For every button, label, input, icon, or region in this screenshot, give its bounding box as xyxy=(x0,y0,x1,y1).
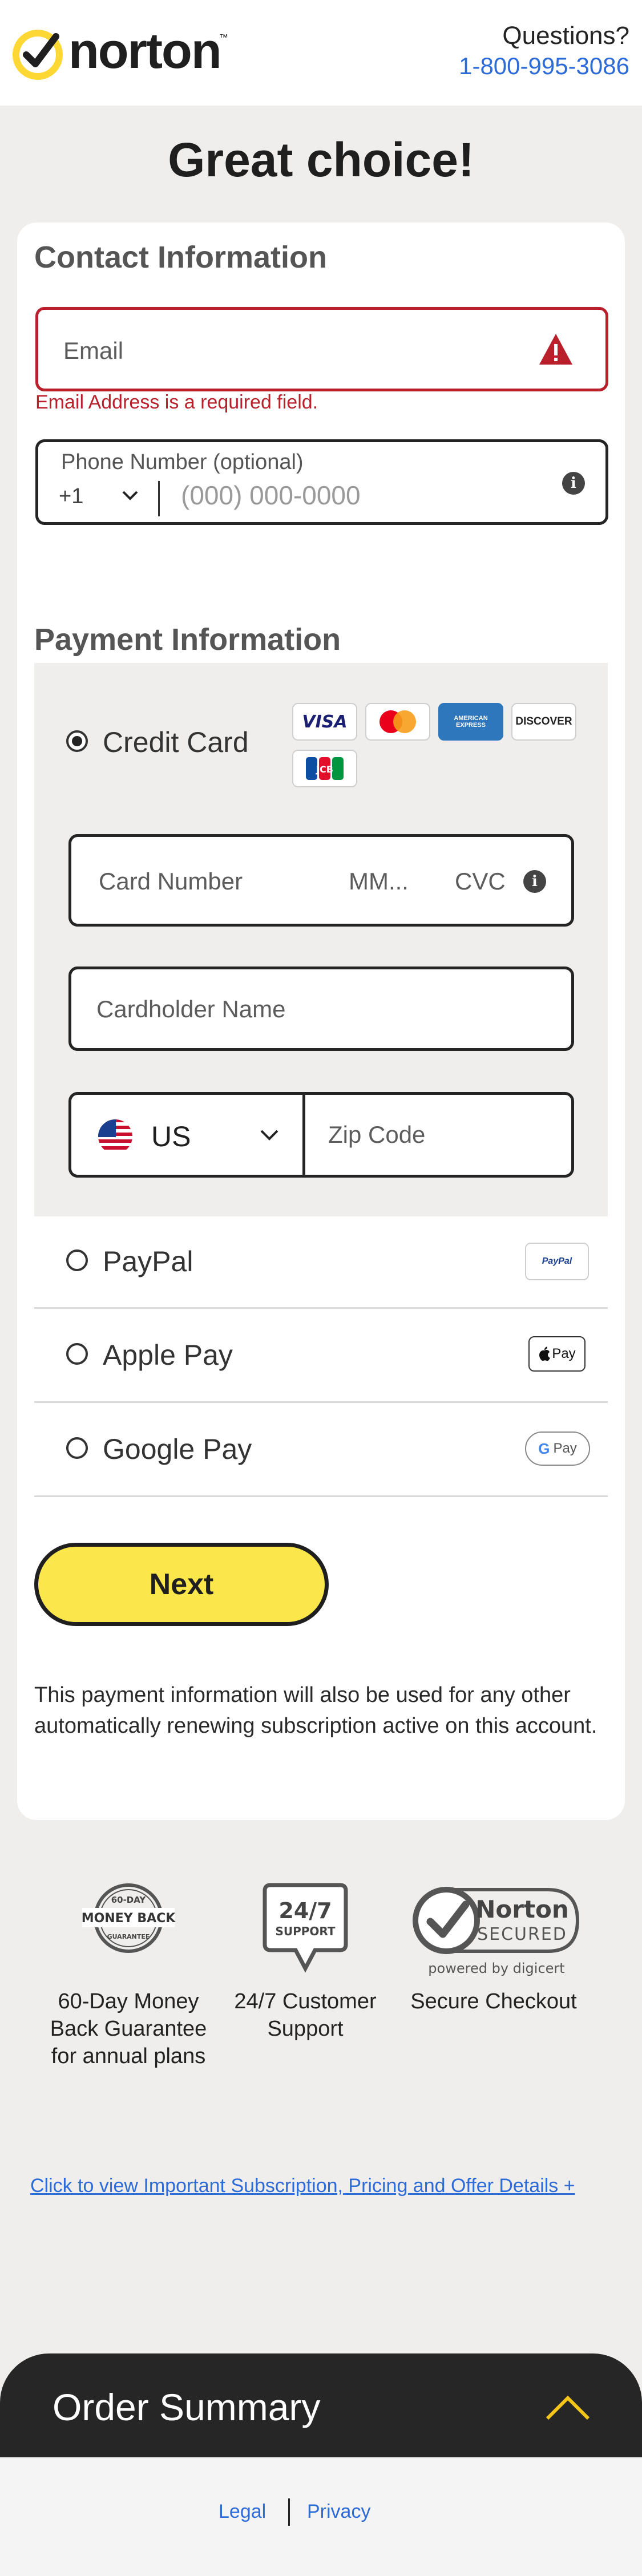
card-number-input[interactable]: Card Number xyxy=(99,868,243,895)
country-code-select[interactable]: +1 xyxy=(59,481,156,513)
amex-icon: AMERICAN EXPRESS xyxy=(438,703,503,741)
norton-secured-icon: Norton SECURED powered by digicert xyxy=(413,1887,580,1976)
order-summary-bar[interactable]: Order Summary xyxy=(0,2353,642,2457)
email-error-message: Email Address is a required field. xyxy=(35,391,318,413)
order-summary-title: Order Summary xyxy=(53,2386,321,2428)
zip-code-input[interactable]: Zip Code xyxy=(328,1121,425,1149)
svg-text:MONEY BACK: MONEY BACK xyxy=(82,1911,176,1926)
credit-card-panel: Credit Card VISA AMERICAN EXPRESS DISCOV… xyxy=(34,663,608,1216)
svg-text:SECURED: SECURED xyxy=(477,1924,567,1944)
site-header: norton ™ Questions? 1-800-995-3086 xyxy=(0,0,642,106)
cardholder-name-field[interactable]: Cardholder Name xyxy=(68,966,574,1051)
page-title: Great choice! xyxy=(168,133,474,187)
visa-icon: VISA xyxy=(292,703,357,741)
contact-section-title: Contact Information xyxy=(34,240,327,274)
trademark-symbol: ™ xyxy=(219,33,228,43)
country-value: US xyxy=(151,1121,191,1152)
paypal-option[interactable]: PayPal PayPal xyxy=(34,1216,608,1309)
google-pay-radio[interactable] xyxy=(66,1437,88,1459)
norton-checkmark-logo-icon xyxy=(13,30,63,80)
chevron-down-icon xyxy=(260,1130,278,1141)
expiry-input[interactable]: MM... xyxy=(349,868,409,895)
apple-pay-logo-icon: Pay xyxy=(528,1336,586,1372)
discover-icon: DISCOVER xyxy=(511,703,576,741)
address-divider xyxy=(302,1095,305,1175)
payment-info-note: This payment information will also be us… xyxy=(34,1683,597,1738)
apple-pay-radio[interactable] xyxy=(66,1343,88,1365)
phone-field-label: Phone Number (optional) xyxy=(61,450,304,474)
norton-logo-text: norton xyxy=(68,22,222,79)
apple-pay-option[interactable]: Apple Pay Pay xyxy=(34,1309,608,1403)
info-icon[interactable]: i xyxy=(562,472,585,495)
chevron-up-icon[interactable] xyxy=(545,2395,591,2421)
payment-section-title: Payment Information xyxy=(34,622,341,657)
warning-icon xyxy=(539,334,572,365)
option-divider xyxy=(34,1495,608,1497)
google-pay-logo-icon: G Pay xyxy=(525,1431,590,1466)
credit-card-label: Credit Card xyxy=(103,726,249,758)
support-chat-icon: 24/7 SUPPORT xyxy=(263,1883,348,1973)
cvc-info-icon[interactable]: i xyxy=(523,870,546,893)
card-details-field: Card Number MM... CVC i xyxy=(68,834,574,927)
country-select[interactable]: US xyxy=(71,1095,305,1175)
privacy-link[interactable]: Privacy xyxy=(307,2501,370,2523)
email-field[interactable]: Email xyxy=(35,307,608,391)
chevron-down-icon xyxy=(122,491,138,500)
legal-link[interactable]: Legal xyxy=(219,2501,266,2523)
phone-divider xyxy=(158,481,160,516)
svg-text:SUPPORT: SUPPORT xyxy=(275,1924,335,1938)
cvc-input[interactable]: CVC xyxy=(455,868,506,895)
email-placeholder: Email xyxy=(63,337,124,364)
phone-field[interactable]: Phone Number (optional) +1 (000) 000-000… xyxy=(35,439,608,525)
money-back-label: 60-Day Money Back Guarantee for annual p… xyxy=(50,1989,207,2068)
phone-placeholder: (000) 000-0000 xyxy=(181,480,361,510)
google-pay-option[interactable]: Google Pay G Pay xyxy=(34,1403,608,1497)
cardholder-name-placeholder: Cardholder Name xyxy=(96,996,286,1022)
svg-text:powered by digicert: powered by digicert xyxy=(428,1960,564,1976)
site-footer: Legal Privacy xyxy=(0,2457,642,2576)
svg-text:60-DAY: 60-DAY xyxy=(111,1895,147,1905)
money-back-guarantee-icon: 60-DAY MONEY BACK GUARANTEE xyxy=(82,1883,176,1953)
paypal-logo-icon: PayPal xyxy=(525,1243,589,1280)
svg-text:JCB: JCB xyxy=(316,764,333,775)
next-button[interactable]: Next xyxy=(34,1543,329,1626)
us-flag-icon xyxy=(98,1119,132,1154)
svg-text:24/7: 24/7 xyxy=(278,1898,332,1923)
footer-divider xyxy=(288,2498,290,2526)
support-label: 24/7 Customer Support xyxy=(234,1989,377,2041)
jcb-icon: JCB xyxy=(292,750,357,787)
apple-pay-label: Apple Pay xyxy=(103,1339,233,1371)
country-code-value: +1 xyxy=(59,484,84,508)
svg-text:Norton: Norton xyxy=(475,1895,569,1923)
checkout-card: Contact Information Email Email Address … xyxy=(17,223,625,1820)
paypal-radio[interactable] xyxy=(66,1249,88,1271)
credit-card-radio[interactable] xyxy=(66,730,88,752)
support-phone-link[interactable]: 1-800-995-3086 xyxy=(459,52,629,80)
svg-text:GUARANTEE: GUARANTEE xyxy=(107,1933,150,1940)
paypal-label: PayPal xyxy=(103,1245,193,1277)
billing-address-field: US Zip Code xyxy=(68,1092,574,1178)
secure-checkout-label: Secure Checkout xyxy=(410,1989,577,2013)
offer-details-link[interactable]: Click to view Important Subscription, Pr… xyxy=(30,2175,575,2197)
mastercard-icon xyxy=(365,703,430,741)
questions-label: Questions? xyxy=(502,22,629,50)
google-pay-label: Google Pay xyxy=(103,1433,252,1465)
